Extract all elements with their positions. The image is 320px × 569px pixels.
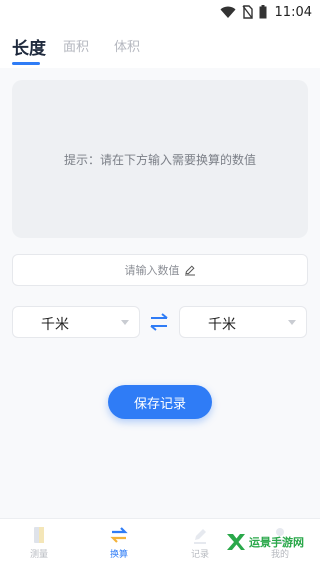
to-unit-label: 千米 bbox=[208, 317, 236, 333]
watermark-logo: 运景手游网 bbox=[224, 527, 316, 557]
nav-label-measure: 测量 bbox=[29, 550, 48, 560]
ruler-icon bbox=[34, 527, 44, 543]
pencil-icon bbox=[194, 529, 206, 544]
swap-icon bbox=[110, 527, 128, 543]
save-record-button[interactable]: 保存记录 bbox=[108, 385, 212, 419]
swap-units-icon[interactable] bbox=[148, 312, 170, 332]
watermark-text: 运景手游网 bbox=[249, 536, 304, 549]
status-icons: 11:04 bbox=[220, 3, 312, 21]
value-input[interactable]: 请输入数值 bbox=[12, 254, 308, 286]
chevron-down-icon bbox=[288, 320, 296, 325]
status-bar: 11:04 bbox=[0, 0, 320, 24]
watermark-x-icon bbox=[227, 534, 245, 550]
to-unit-select[interactable]: 千米 bbox=[179, 306, 307, 338]
display-hint: 提示：请在下方输入需要换算的数值 bbox=[63, 152, 256, 167]
result-display: 提示：请在下方输入需要换算的数值 bbox=[12, 80, 308, 238]
nav-item-records[interactable]: 记录 bbox=[170, 525, 230, 567]
wifi-icon bbox=[220, 6, 236, 18]
edit-icon bbox=[184, 265, 195, 276]
nav-label-records: 记录 bbox=[190, 550, 209, 560]
tab-area[interactable]: 面积 bbox=[63, 36, 89, 55]
status-time: 11:04 bbox=[274, 4, 312, 20]
value-input-placeholder: 请输入数值 bbox=[124, 264, 180, 277]
chevron-down-icon bbox=[121, 320, 129, 325]
nav-label-convert: 换算 bbox=[109, 550, 128, 560]
active-tab-indicator bbox=[12, 62, 40, 65]
no-sim-icon bbox=[242, 5, 253, 19]
from-unit-select[interactable]: 千米 bbox=[12, 306, 140, 338]
tab-volume[interactable]: 体积 bbox=[114, 36, 140, 55]
nav-item-measure[interactable]: 测量 bbox=[9, 525, 69, 567]
nav-item-convert[interactable]: 换算 bbox=[89, 525, 149, 567]
battery-icon bbox=[259, 5, 267, 19]
from-unit-label: 千米 bbox=[41, 317, 69, 333]
tab-length[interactable]: 长度 bbox=[12, 34, 46, 59]
tab-bar: 长度 面积 体积 bbox=[0, 24, 320, 68]
